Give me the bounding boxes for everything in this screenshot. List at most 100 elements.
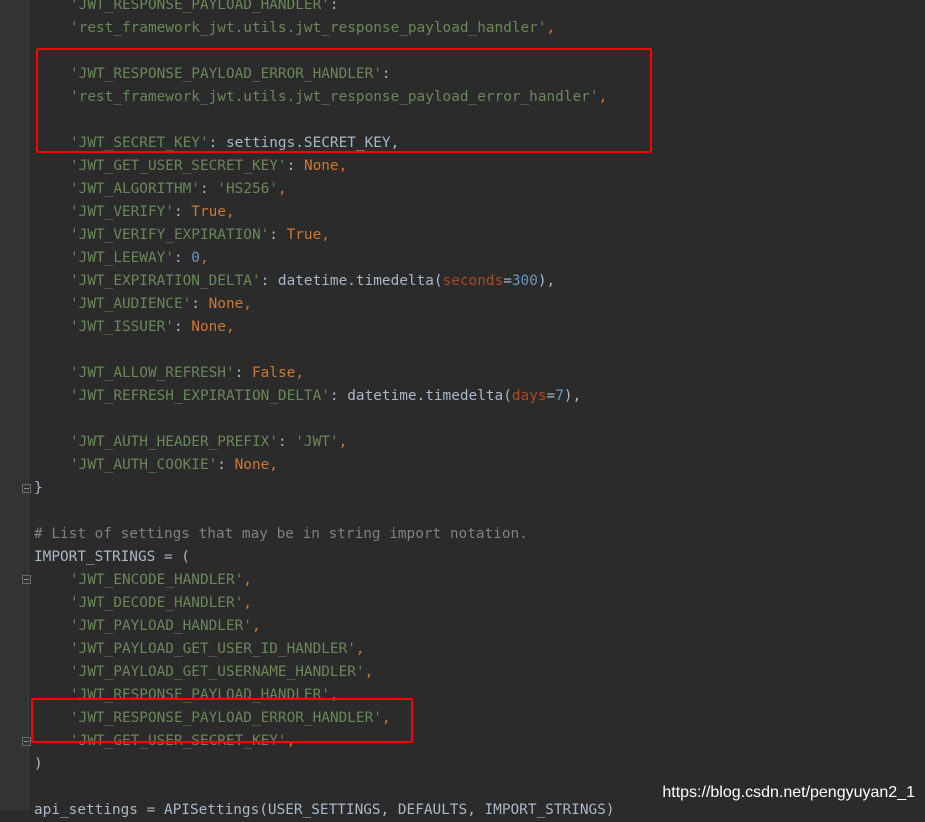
punctuation: , <box>243 595 252 611</box>
string-value: 'JWT_DECODE_HANDLER' <box>70 595 244 611</box>
assignment: IMPORT_STRINGS = ( <box>34 549 190 565</box>
gutter-divider <box>28 0 29 810</box>
code-line[interactable]: 'JWT_VERIFY_EXPIRATION': True, <box>34 224 330 247</box>
highlight-box <box>31 698 413 743</box>
punctuation: , <box>269 457 278 473</box>
expression: : datetime.timedelta( <box>260 273 443 289</box>
punctuation: : <box>199 181 218 197</box>
punctuation: : <box>173 250 192 266</box>
fold-marker-icon[interactable] <box>22 484 31 493</box>
expression: : datetime.timedelta( <box>329 388 512 404</box>
dict-key: 'JWT_REFRESH_EXPIRATION_DELTA' <box>70 388 330 404</box>
punctuation: : <box>286 158 304 174</box>
dict-key: 'JWT_ISSUER' <box>70 319 174 335</box>
fold-marker-icon[interactable] <box>22 575 31 584</box>
dict-key: 'JWT_AUTH_COOKIE' <box>70 457 218 473</box>
code-line[interactable]: 'JWT_AUTH_COOKIE': None, <box>34 454 278 477</box>
code-line[interactable]: 'JWT_ISSUER': None, <box>34 316 235 339</box>
code-line[interactable]: 'JWT_LEEWAY': 0, <box>34 247 209 270</box>
dict-key: 'JWT_GET_USER_SECRET_KEY' <box>70 158 287 174</box>
highlight-box <box>36 48 652 153</box>
comment: # List of settings that may be in string… <box>34 526 528 542</box>
code-line[interactable]: api_settings = APISettings(USER_SETTINGS… <box>34 799 614 822</box>
fold-marker-icon[interactable] <box>22 737 31 746</box>
punctuation: ), <box>537 273 556 289</box>
code-line[interactable]: ) <box>34 753 43 776</box>
number-value: 7 <box>555 388 564 404</box>
string-value: 'JWT_ENCODE_HANDLER' <box>70 572 244 588</box>
closing-brace: } <box>34 480 43 496</box>
code-line[interactable]: 'JWT_AUDIENCE': None, <box>34 293 252 316</box>
dict-key: 'JWT_AUTH_HEADER_PREFIX' <box>70 434 278 450</box>
string-value: 'HS256' <box>217 181 278 197</box>
keyword-value: None <box>191 319 226 335</box>
watermark: https://blog.csdn.net/pengyuyan2_1 <box>660 784 917 802</box>
string-value: 'JWT_PAYLOAD_HANDLER' <box>70 618 252 634</box>
punctuation: = <box>503 273 512 289</box>
code-line[interactable]: 'JWT_RESPONSE_PAYLOAD_HANDLER': <box>34 0 339 17</box>
punctuation: , <box>338 158 348 174</box>
code-line[interactable]: 'JWT_ENCODE_HANDLER', <box>34 569 252 592</box>
keyword-value: None <box>208 296 244 312</box>
number-value: 0 <box>191 250 200 266</box>
code-line[interactable]: 'JWT_GET_USER_SECRET_KEY': None, <box>34 155 347 178</box>
editor-gutter <box>0 0 28 810</box>
code-line[interactable]: 'JWT_PAYLOAD_GET_USER_ID_HANDLER', <box>34 638 365 661</box>
punctuation: ), <box>563 388 582 404</box>
punctuation: , <box>546 20 556 36</box>
assignment: api_settings = APISettings(USER_SETTINGS… <box>34 802 615 818</box>
string-value: 'JWT_PAYLOAD_GET_USER_ID_HANDLER' <box>70 641 356 657</box>
punctuation: = <box>546 388 556 404</box>
code-line[interactable]: 'JWT_VERIFY': True, <box>34 201 235 224</box>
code-line[interactable]: 'JWT_ALGORITHM': 'HS256', <box>34 178 287 201</box>
string-value: 'JWT' <box>295 434 339 450</box>
dict-key: 'JWT_AUDIENCE' <box>70 296 192 312</box>
code-line[interactable]: 'JWT_AUTH_HEADER_PREFIX': 'JWT', <box>34 431 347 454</box>
code-line[interactable]: # List of settings that may be in string… <box>34 523 528 546</box>
code-line[interactable]: 'JWT_DECODE_HANDLER', <box>34 592 252 615</box>
dict-key: 'JWT_VERIFY' <box>70 204 174 220</box>
code-line[interactable]: 'rest_framework_jwt.utils.jwt_response_p… <box>34 17 555 40</box>
punctuation: , <box>199 250 209 266</box>
punctuation: : <box>329 0 339 13</box>
punctuation: , <box>364 664 374 680</box>
dict-key: 'JWT_RESPONSE_PAYLOAD_HANDLER' <box>70 0 330 13</box>
keyword-value: True <box>191 204 226 220</box>
keyword-value: False <box>251 365 296 381</box>
keyword-value: None <box>234 457 270 473</box>
code-line[interactable]: 'JWT_PAYLOAD_HANDLER', <box>34 615 261 638</box>
dict-key: 'JWT_EXPIRATION_DELTA' <box>70 273 261 289</box>
punctuation: : <box>173 204 192 220</box>
punctuation: , <box>225 204 235 220</box>
punctuation: , <box>225 319 235 335</box>
code-line[interactable]: 'JWT_ALLOW_REFRESH': False, <box>34 362 304 385</box>
punctuation: , <box>355 641 365 657</box>
code-line[interactable]: 'JWT_PAYLOAD_GET_USERNAME_HANDLER', <box>34 661 373 684</box>
string-value: 'rest_framework_jwt.utils.jwt_response_p… <box>70 20 547 36</box>
punctuation: : <box>234 365 252 381</box>
keyword-value: None <box>303 158 339 174</box>
punctuation: , <box>321 227 330 243</box>
code-line[interactable]: 'JWT_REFRESH_EXPIRATION_DELTA': datetime… <box>34 385 581 408</box>
punctuation: : <box>217 457 235 473</box>
dict-key: 'JWT_ALLOW_REFRESH' <box>70 365 235 381</box>
number-value: 300 <box>511 273 538 289</box>
punctuation: : <box>277 434 296 450</box>
punctuation: , <box>295 365 304 381</box>
punctuation: : <box>191 296 209 312</box>
code-editor[interactable]: 'JWT_RESPONSE_PAYLOAD_HANDLER': 'rest_fr… <box>0 0 925 818</box>
dict-key: 'JWT_ALGORITHM' <box>70 181 200 197</box>
code-line[interactable]: IMPORT_STRINGS = ( <box>34 546 190 569</box>
punctuation: : <box>269 227 287 243</box>
dict-key: 'JWT_LEEWAY' <box>70 250 174 266</box>
punctuation: , <box>243 572 252 588</box>
punctuation: , <box>277 181 287 197</box>
punctuation: : <box>173 319 192 335</box>
code-line[interactable]: 'JWT_EXPIRATION_DELTA': datetime.timedel… <box>34 270 555 293</box>
code-line[interactable]: } <box>34 477 43 500</box>
dict-key: 'JWT_VERIFY_EXPIRATION' <box>70 227 270 243</box>
keyword-argument: days <box>511 388 547 404</box>
punctuation: , <box>251 618 261 634</box>
string-value: 'JWT_PAYLOAD_GET_USERNAME_HANDLER' <box>70 664 365 680</box>
punctuation: , <box>243 296 252 312</box>
